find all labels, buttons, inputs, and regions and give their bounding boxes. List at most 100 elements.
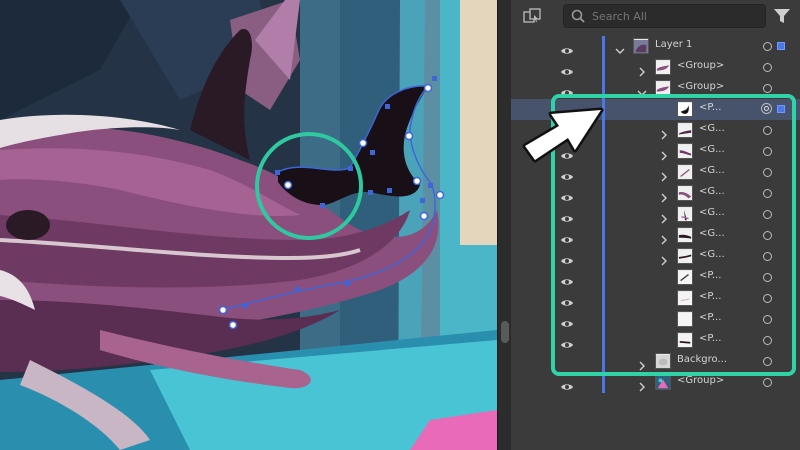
eye-icon[interactable] [560,251,574,264]
search-input[interactable] [592,7,757,25]
target-icon[interactable] [763,357,772,366]
layer-color-bar [602,36,605,57]
chevron-right-icon[interactable] [637,377,647,392]
layer-row[interactable]: <P... [511,99,800,120]
layer-name[interactable]: Layer 1 [655,39,692,50]
layer-row[interactable]: <Group> [511,78,800,99]
layer-color-bar [602,57,605,78]
layer-name[interactable]: <G... [699,123,725,134]
layer-name[interactable]: <Group> [677,375,724,386]
panel-splitter[interactable] [497,0,512,450]
layer-name[interactable]: <G... [699,165,725,176]
layer-name[interactable]: <P... [699,333,721,344]
chevron-right-icon[interactable] [637,62,647,77]
layer-color-bar [602,246,605,267]
layer-name[interactable]: <P... [699,102,721,113]
eye-icon[interactable] [560,167,574,180]
eye-icon[interactable] [560,209,574,222]
layer-thumbnail [655,80,671,96]
eye-icon[interactable] [560,356,574,366]
eye-icon[interactable] [560,314,574,327]
target-icon[interactable] [763,273,772,282]
target-icon[interactable] [763,42,772,51]
layer-row[interactable]: <Group> [511,57,800,78]
filter-icon[interactable] [773,6,791,26]
layer-row[interactable]: <G... [511,225,800,246]
eye-icon[interactable] [560,188,574,201]
layer-name[interactable]: <Group> [677,60,724,71]
layer-row[interactable]: <G... [511,246,800,267]
target-icon[interactable] [763,63,772,72]
layers-panel: Layer 1 <Group> <Group> <P... <G... <G... <G..… [511,0,800,450]
eye-icon[interactable] [560,62,574,75]
layer-row[interactable]: <P... [511,267,800,288]
artboard-canvas[interactable] [0,0,497,450]
layer-thumbnail [677,290,693,306]
layer-row[interactable]: Layer 1 [511,36,800,57]
eye-icon[interactable] [560,104,574,117]
chevron-right-icon[interactable] [659,125,669,140]
chevron-right-icon[interactable] [659,167,669,182]
chevron-down-icon[interactable] [615,41,625,54]
splitter-grip[interactable] [501,321,509,343]
layer-row[interactable]: <P... [511,288,800,309]
layer-row[interactable]: <P... [511,330,800,351]
eye-icon[interactable] [560,146,574,159]
layer-row[interactable]: <G... [511,141,800,162]
eye-icon[interactable] [560,293,574,306]
chevron-right-icon[interactable] [637,356,647,371]
eye-icon[interactable] [560,272,574,285]
layer-row[interactable]: <G... [511,162,800,183]
layer-name[interactable]: Backgro... [677,354,727,365]
layer-thumbnail [677,143,693,159]
layer-color-bar [602,330,605,351]
layer-row[interactable]: <G... [511,120,800,141]
selection-indicator-icon[interactable] [777,105,785,113]
chevron-down-icon[interactable] [637,83,647,96]
eye-icon[interactable] [560,125,574,138]
layer-thumbnail [677,332,693,348]
chevron-right-icon[interactable] [659,230,669,245]
target-icon[interactable] [763,189,772,198]
target-icon[interactable] [763,84,772,93]
layer-name[interactable]: <G... [699,144,725,155]
target-icon[interactable] [763,378,772,387]
chevron-right-icon[interactable] [659,251,669,266]
layer-name[interactable]: <Group> [677,81,724,92]
target-icon[interactable] [763,252,772,261]
layer-name[interactable]: <P... [699,270,721,281]
layer-name[interactable]: <P... [699,291,721,302]
selection-indicator-icon[interactable] [777,42,785,50]
target-icon[interactable] [763,336,772,345]
chevron-right-icon[interactable] [659,188,669,203]
target-icon[interactable] [763,210,772,219]
eye-icon[interactable] [560,377,574,390]
eye-icon[interactable] [560,230,574,243]
layer-name[interactable]: <P... [699,312,721,323]
layer-name[interactable]: <G... [699,228,725,239]
eye-icon[interactable] [560,41,574,54]
target-icon[interactable] [763,126,772,135]
layer-row[interactable]: <Group> [511,372,800,393]
target-icon[interactable] [763,147,772,156]
layer-name[interactable]: <G... [699,186,725,197]
layer-row[interactable]: <P... [511,309,800,330]
eye-icon[interactable] [560,335,574,348]
chevron-right-icon[interactable] [659,146,669,161]
target-icon[interactable] [761,103,772,114]
target-icon[interactable] [763,231,772,240]
layer-name[interactable]: <G... [699,249,725,260]
layer-thumbnail [677,311,693,327]
layer-row[interactable]: <G... [511,183,800,204]
layer-row[interactable]: Backgro... [511,351,800,372]
target-icon[interactable] [763,168,772,177]
eye-icon[interactable] [560,83,574,96]
search-field[interactable] [563,4,766,28]
locate-object-icon[interactable] [523,8,541,26]
layer-row[interactable]: <G... [511,204,800,225]
target-icon[interactable] [763,315,772,324]
layer-color-bar [602,141,605,162]
layer-name[interactable]: <G... [699,207,725,218]
target-icon[interactable] [763,294,772,303]
chevron-right-icon[interactable] [659,209,669,224]
